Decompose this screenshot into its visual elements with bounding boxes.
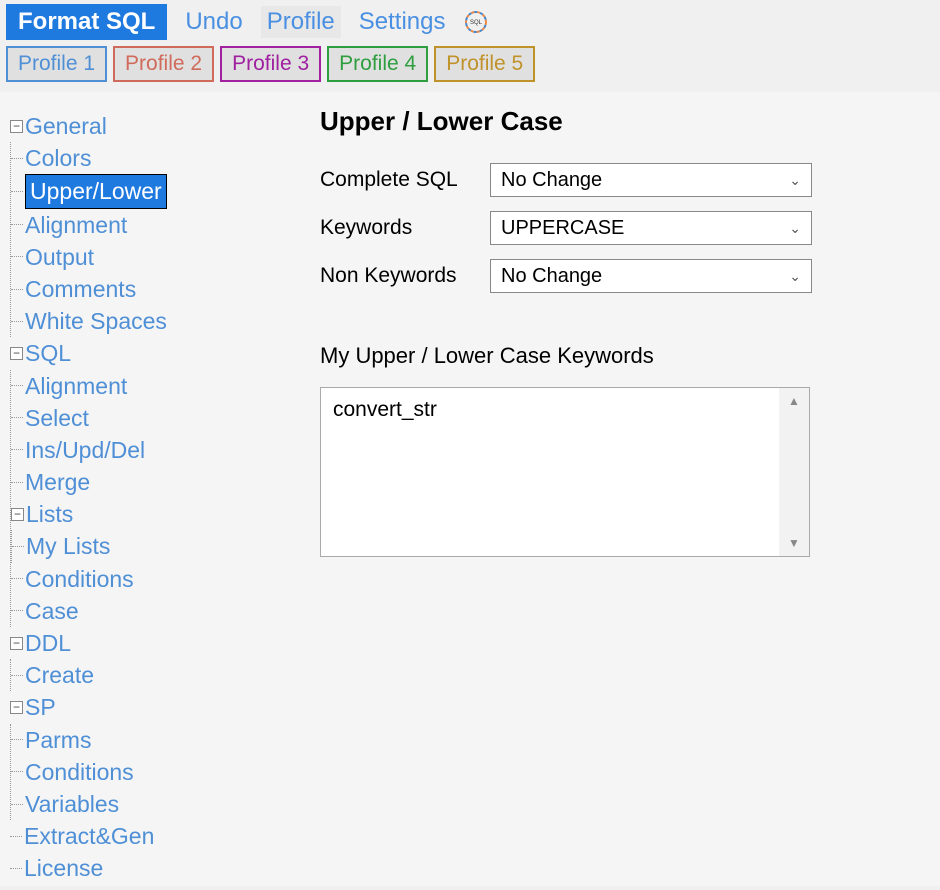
tree-leaf-create[interactable]: Create	[25, 659, 94, 691]
tree-leaf-insupddel[interactable]: Ins/Upd/Del	[25, 434, 145, 466]
label-non-keywords: Non Keywords	[320, 264, 490, 288]
scroll-down-icon[interactable]: ▼	[788, 536, 800, 550]
profile-tab-2[interactable]: Profile 2	[113, 46, 214, 82]
top-toolbar: Format SQL Undo Profile Settings SQL	[0, 0, 940, 46]
tree-toggle-lists[interactable]: −	[11, 508, 24, 521]
profile-tab-4[interactable]: Profile 4	[327, 46, 428, 82]
keywords-listbox-body: convert_str	[321, 388, 779, 556]
settings-tree: − General Colors Upper/Lower Alignment O…	[0, 92, 290, 886]
sql-logo-icon: SQL	[463, 9, 489, 35]
tree-leaf-extractgen[interactable]: Extract&Gen	[24, 820, 154, 852]
select-non-keywords[interactable]: No Change ⌄	[490, 259, 812, 293]
tree-leaf-sql-alignment[interactable]: Alignment	[25, 370, 127, 402]
tree-toggle-sp[interactable]: −	[10, 701, 23, 714]
label-complete-sql: Complete SQL	[320, 168, 490, 192]
page-title: Upper / Lower Case	[320, 106, 910, 137]
tree-leaf-comments[interactable]: Comments	[25, 273, 136, 305]
select-keywords-value: UPPERCASE	[501, 217, 624, 240]
tree-branch-sql[interactable]: SQL	[25, 337, 71, 369]
tree-toggle-general[interactable]: −	[10, 120, 23, 133]
tree-leaf-mylists[interactable]: My Lists	[26, 530, 110, 562]
chevron-down-icon: ⌄	[789, 268, 801, 285]
tree-leaf-output[interactable]: Output	[25, 241, 94, 273]
svg-text:SQL: SQL	[470, 20, 483, 26]
select-non-keywords-value: No Change	[501, 265, 602, 288]
tree-leaf-upperlower[interactable]: Upper/Lower	[25, 174, 167, 208]
profile-tab-1[interactable]: Profile 1	[6, 46, 107, 82]
tree-leaf-sp-conditions[interactable]: Conditions	[25, 756, 134, 788]
tree-leaf-alignment[interactable]: Alignment	[25, 209, 127, 241]
format-sql-button[interactable]: Format SQL	[6, 4, 167, 40]
keywords-list-heading: My Upper / Lower Case Keywords	[320, 343, 910, 369]
content-panel: Upper / Lower Case Complete SQL No Chang…	[290, 92, 940, 886]
tree-leaf-parms[interactable]: Parms	[25, 724, 91, 756]
tree-leaf-merge[interactable]: Merge	[25, 466, 90, 498]
tree-branch-general[interactable]: General	[25, 110, 107, 142]
main-area: − General Colors Upper/Lower Alignment O…	[0, 92, 940, 886]
select-keywords[interactable]: UPPERCASE ⌄	[490, 211, 812, 245]
settings-link[interactable]: Settings	[359, 8, 446, 36]
select-complete-sql[interactable]: No Change ⌄	[490, 163, 812, 197]
profile-tab-5[interactable]: Profile 5	[434, 46, 535, 82]
listbox-scrollbar[interactable]: ▲ ▼	[779, 388, 809, 556]
tree-toggle-ddl[interactable]: −	[10, 637, 23, 650]
chevron-down-icon: ⌄	[789, 220, 801, 237]
chevron-down-icon: ⌄	[789, 172, 801, 189]
profile-tabs: Profile 1Profile 2Profile 3Profile 4Prof…	[0, 46, 940, 92]
list-item[interactable]: convert_str	[333, 398, 767, 422]
tree-branch-lists[interactable]: Lists	[26, 498, 73, 530]
tree-leaf-sql-conditions[interactable]: Conditions	[25, 563, 134, 595]
tree-leaf-colors[interactable]: Colors	[25, 142, 91, 174]
label-keywords: Keywords	[320, 216, 490, 240]
profile-link[interactable]: Profile	[261, 6, 341, 38]
keywords-listbox[interactable]: convert_str ▲ ▼	[320, 387, 810, 557]
tree-branch-ddl[interactable]: DDL	[25, 627, 71, 659]
tree-leaf-select[interactable]: Select	[25, 402, 89, 434]
tree-leaf-license[interactable]: License	[24, 852, 103, 884]
undo-link[interactable]: Undo	[185, 8, 242, 36]
tree-branch-sp[interactable]: SP	[25, 691, 56, 723]
tree-leaf-whitespaces[interactable]: White Spaces	[25, 305, 167, 337]
select-complete-sql-value: No Change	[501, 169, 602, 192]
scroll-up-icon[interactable]: ▲	[788, 394, 800, 408]
profile-tab-3[interactable]: Profile 3	[220, 46, 321, 82]
tree-toggle-sql[interactable]: −	[10, 347, 23, 360]
tree-leaf-variables[interactable]: Variables	[25, 788, 119, 820]
tree-leaf-case[interactable]: Case	[25, 595, 79, 627]
